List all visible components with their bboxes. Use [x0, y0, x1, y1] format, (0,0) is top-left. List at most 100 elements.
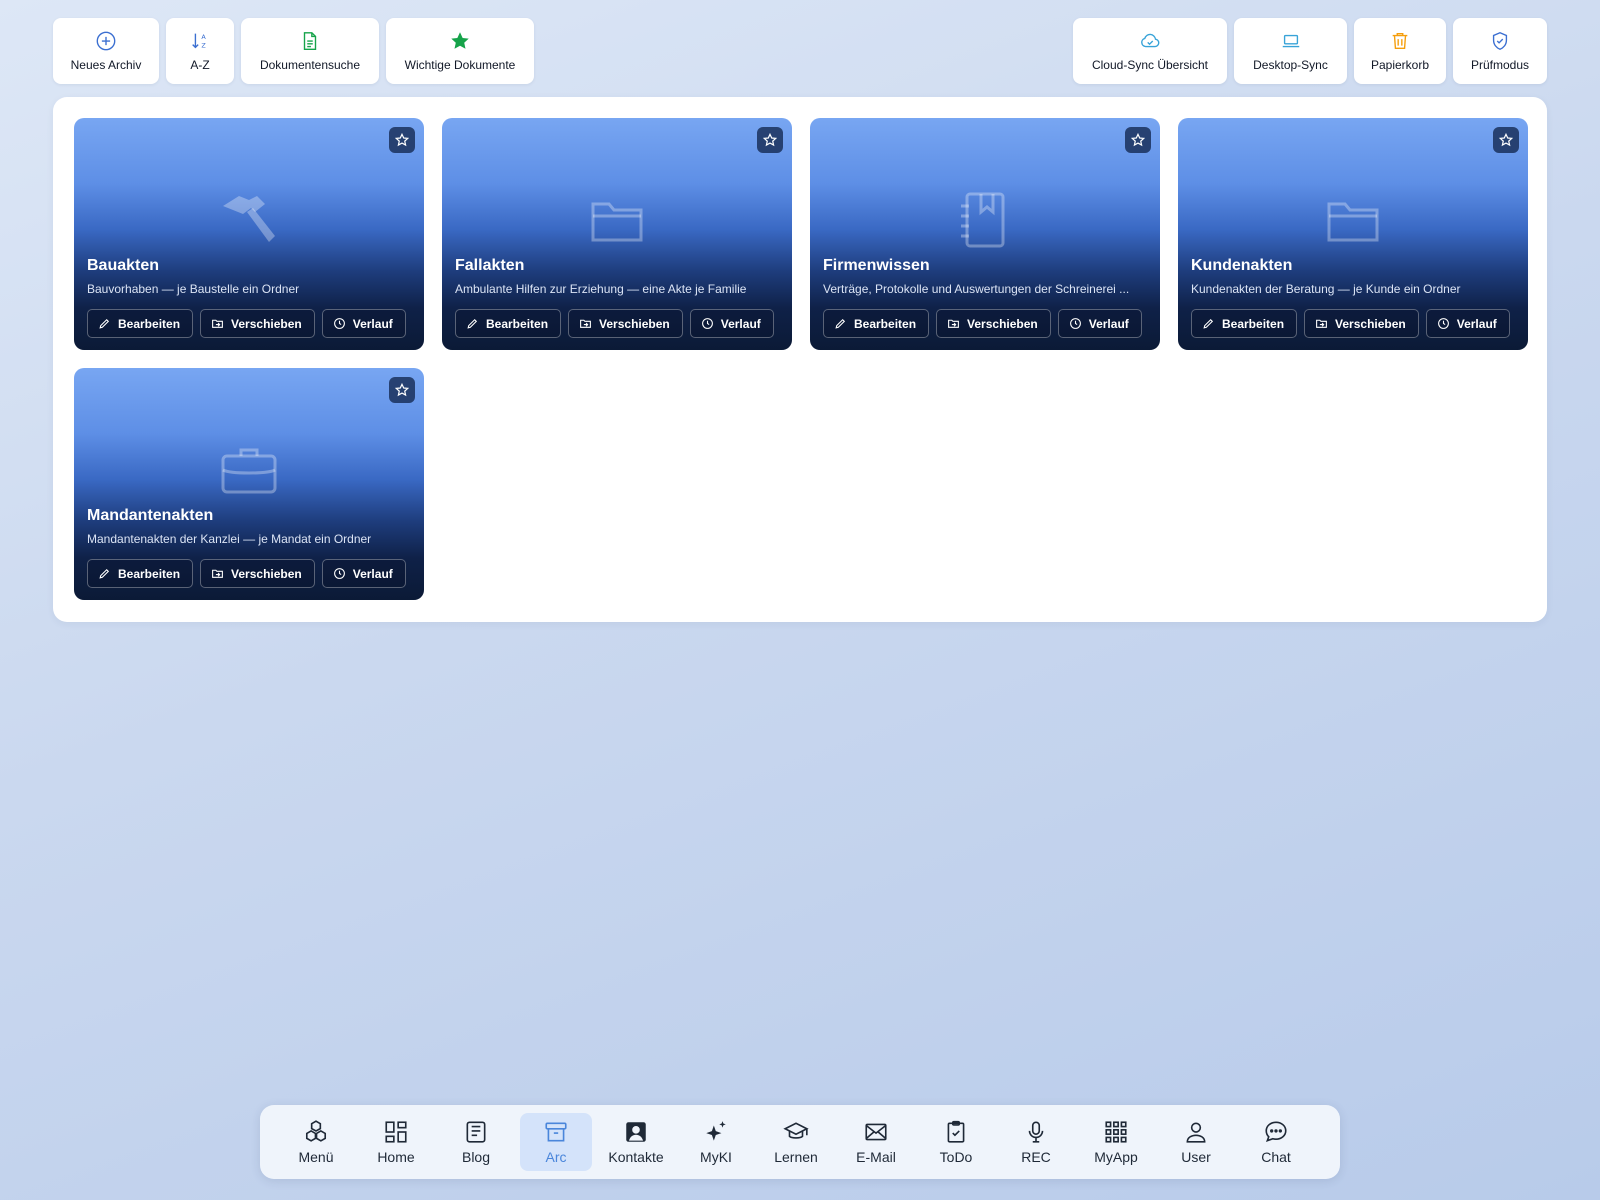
move-button[interactable]: Verschieben: [1304, 309, 1419, 338]
pencil-icon: [99, 568, 110, 579]
archive-card-firmenwissen[interactable]: Firmenwissen Verträge, Protokolle und Au…: [810, 118, 1160, 350]
star-filled-icon: [449, 30, 471, 52]
archive-card-kundenakten[interactable]: Kundenakten Kundenakten der Beratung — j…: [1178, 118, 1528, 350]
move-button[interactable]: Verschieben: [200, 309, 315, 338]
new-archive-label: Neues Archiv: [70, 58, 142, 72]
cloud-check-icon: [1139, 30, 1161, 52]
move-label: Verschieben: [231, 566, 302, 581]
trash-label: Papierkorb: [1370, 58, 1430, 72]
move-label: Verschieben: [599, 316, 670, 331]
move-label: Verschieben: [1335, 316, 1406, 331]
bottom-dock: Menü Home Blog Arc Kontakte MyKI Lernen …: [260, 1105, 1340, 1179]
archive-title: Fallakten: [455, 257, 525, 274]
favorite-toggle[interactable]: [389, 377, 415, 403]
edit-button[interactable]: Bearbeiten: [455, 309, 562, 338]
archive-actions: Bearbeiten Verschieben Verlauf: [87, 309, 406, 338]
history-button[interactable]: Verlauf: [689, 309, 774, 338]
edit-button[interactable]: Bearbeiten: [823, 309, 930, 338]
dock-item-myapp[interactable]: MyApp: [1080, 1113, 1152, 1171]
star-outline-icon: [394, 132, 410, 147]
archive-actions: Bearbeiten Verschieben Verlauf: [455, 309, 774, 338]
dock-item-blog[interactable]: Blog: [440, 1113, 512, 1171]
edit-button[interactable]: Bearbeiten: [87, 309, 194, 338]
dock-item-myki[interactable]: MyKI: [680, 1113, 752, 1171]
cloud-sync-overview-button[interactable]: Cloud-Sync Übersicht: [1073, 18, 1227, 84]
star-outline-icon: [1130, 132, 1146, 147]
clock-icon: [333, 568, 345, 579]
star-outline-icon: [1498, 132, 1514, 147]
history-button[interactable]: Verlauf: [321, 309, 406, 338]
move-button[interactable]: Verschieben: [936, 309, 1051, 338]
dock-item-todo[interactable]: ToDo: [920, 1113, 992, 1171]
dock-item-rec[interactable]: REC: [1000, 1113, 1072, 1171]
dock-item-email[interactable]: E-Mail: [840, 1113, 912, 1171]
archive-actions: Bearbeiten Verschieben Verlauf: [1191, 309, 1510, 338]
move-button[interactable]: Verschieben: [200, 559, 315, 588]
archive-card-bauakten[interactable]: Bauakten Bauvorhaben — je Baustelle ein …: [74, 118, 424, 350]
dock-label: User: [1181, 1149, 1211, 1165]
desktop-sync-button[interactable]: Desktop-Sync: [1234, 18, 1347, 84]
dock-item-arc[interactable]: Arc: [520, 1113, 592, 1171]
favorite-toggle[interactable]: [1493, 127, 1519, 153]
blog-icon: [463, 1119, 489, 1145]
history-button[interactable]: Verlauf: [1425, 309, 1510, 338]
sort-az-label: A-Z: [190, 58, 210, 72]
important-documents-button[interactable]: Wichtige Dokumente: [386, 18, 534, 84]
review-mode-button[interactable]: Prüfmodus: [1453, 18, 1547, 84]
edit-label: Bearbeiten: [1222, 316, 1285, 331]
clipboard-check-icon: [943, 1119, 969, 1145]
history-label: Verlauf: [1456, 316, 1497, 331]
favorite-toggle[interactable]: [1125, 127, 1151, 153]
dock-label: Menü: [298, 1149, 334, 1165]
archive-card-mandantenakten[interactable]: Mandantenakten Mandantenakten der Kanzle…: [74, 368, 424, 600]
dock-label: Arc: [545, 1149, 567, 1165]
folder-move-icon: [948, 319, 959, 328]
edit-button[interactable]: Bearbeiten: [1191, 309, 1298, 338]
pencil-icon: [1203, 318, 1214, 329]
favorite-toggle[interactable]: [757, 127, 783, 153]
dock-label: Kontakte: [608, 1149, 664, 1165]
clock-icon: [701, 318, 713, 329]
trash-button[interactable]: Papierkorb: [1354, 18, 1446, 84]
dock-item-user[interactable]: User: [1160, 1113, 1232, 1171]
history-label: Verlauf: [352, 566, 393, 581]
favorite-toggle[interactable]: [389, 127, 415, 153]
history-button[interactable]: Verlauf: [321, 559, 406, 588]
review-mode-label: Prüfmodus: [1470, 58, 1530, 72]
clock-icon: [333, 318, 345, 329]
history-label: Verlauf: [1088, 316, 1129, 331]
archive-grid: Bauakten Bauvorhaben — je Baustelle ein …: [74, 118, 1528, 600]
dock-item-chat[interactable]: Chat: [1240, 1113, 1312, 1171]
svg-text:A: A: [201, 33, 206, 41]
document-search-button[interactable]: Dokumentensuche: [241, 18, 379, 84]
folder-icon: [1323, 192, 1383, 248]
shield-check-icon: [1489, 30, 1511, 52]
dock-item-contacts[interactable]: Kontakte: [600, 1113, 672, 1171]
history-button[interactable]: Verlauf: [1057, 309, 1142, 338]
dock-item-home[interactable]: Home: [360, 1113, 432, 1171]
archive-card-fallakten[interactable]: Fallakten Ambulante Hilfen zur Erziehung…: [442, 118, 792, 350]
dock-label: Home: [377, 1149, 415, 1165]
dock-label: Lernen: [774, 1149, 818, 1165]
laptop-icon: [1280, 30, 1302, 52]
archive-description: Ambulante Hilfen zur Erziehung — eine Ak…: [455, 282, 747, 296]
dock-label: MyApp: [1094, 1149, 1138, 1165]
archive-description: Verträge, Protokolle und Auswertungen de…: [823, 282, 1130, 296]
cubes-icon: [303, 1119, 329, 1145]
dock-item-learn[interactable]: Lernen: [760, 1113, 832, 1171]
move-button[interactable]: Verschieben: [568, 309, 683, 338]
archive-actions: Bearbeiten Verschieben Verlauf: [87, 559, 406, 588]
user-icon: [1183, 1119, 1209, 1145]
edit-button[interactable]: Bearbeiten: [87, 559, 194, 588]
new-archive-button[interactable]: Neues Archiv: [53, 18, 159, 84]
dock-item-menu[interactable]: Menü: [280, 1113, 352, 1171]
clock-icon: [1069, 318, 1081, 329]
toolbar: Neues Archiv AZ A-Z Dokumentensuche Wich…: [53, 18, 1547, 84]
sort-az-button[interactable]: AZ A-Z: [166, 18, 234, 84]
microphone-icon: [1023, 1119, 1049, 1145]
chat-bubble-icon: [1263, 1119, 1289, 1145]
archive-title: Mandantenakten: [87, 507, 214, 524]
archive-box-icon: [543, 1119, 569, 1145]
history-label: Verlauf: [352, 316, 393, 331]
dock-label: REC: [1021, 1149, 1051, 1165]
